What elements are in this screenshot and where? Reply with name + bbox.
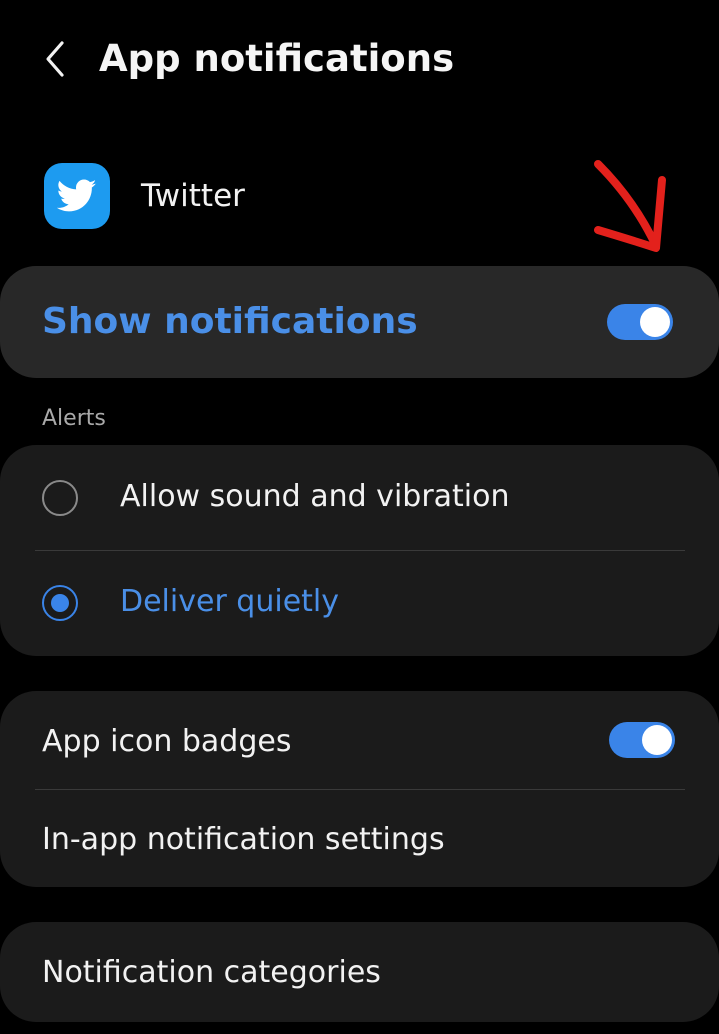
alerts-card: Allow sound and vibration Deliver quietl… xyxy=(0,445,719,656)
radio-button-unchecked[interactable] xyxy=(42,480,78,516)
badges-settings-card: App icon badges In-app notification sett… xyxy=(0,691,719,887)
app-icon-badges-toggle[interactable] xyxy=(609,722,675,758)
show-notifications-toggle[interactable] xyxy=(607,304,673,340)
notification-categories-card[interactable]: Notification categories xyxy=(0,922,719,1022)
toggle-knob xyxy=(642,725,672,755)
chevron-left-icon xyxy=(46,41,64,77)
app-name: Twitter xyxy=(141,178,245,214)
radio-button-checked[interactable] xyxy=(42,585,78,621)
alert-option-sound-vibration[interactable]: Allow sound and vibration xyxy=(0,445,719,550)
twitter-bird-glyph xyxy=(57,179,97,212)
in-app-notification-settings-label: In-app notification settings xyxy=(42,822,445,857)
alert-option-deliver-quietly[interactable]: Deliver quietly xyxy=(0,551,719,656)
twitter-bird-icon xyxy=(44,163,110,229)
back-button[interactable] xyxy=(28,32,82,86)
app-icon-badges-label: App icon badges xyxy=(42,724,292,759)
red-arrow-annotation-icon xyxy=(594,160,666,252)
show-notifications-card[interactable]: Show notifications xyxy=(0,266,719,378)
top-app-bar: App notifications xyxy=(0,0,719,120)
toggle-knob xyxy=(640,307,670,337)
page-title: App notifications xyxy=(99,37,455,80)
alert-option-label: Deliver quietly xyxy=(120,584,340,619)
radio-dot xyxy=(51,594,69,612)
app-icon-badges-row[interactable]: App icon badges xyxy=(0,691,719,789)
alert-option-label: Allow sound and vibration xyxy=(120,479,510,514)
alerts-section-label: Alerts xyxy=(42,406,106,431)
in-app-notification-settings-row[interactable]: In-app notification settings xyxy=(0,790,719,887)
notification-categories-label: Notification categories xyxy=(42,955,381,990)
show-notifications-label: Show notifications xyxy=(42,301,418,342)
